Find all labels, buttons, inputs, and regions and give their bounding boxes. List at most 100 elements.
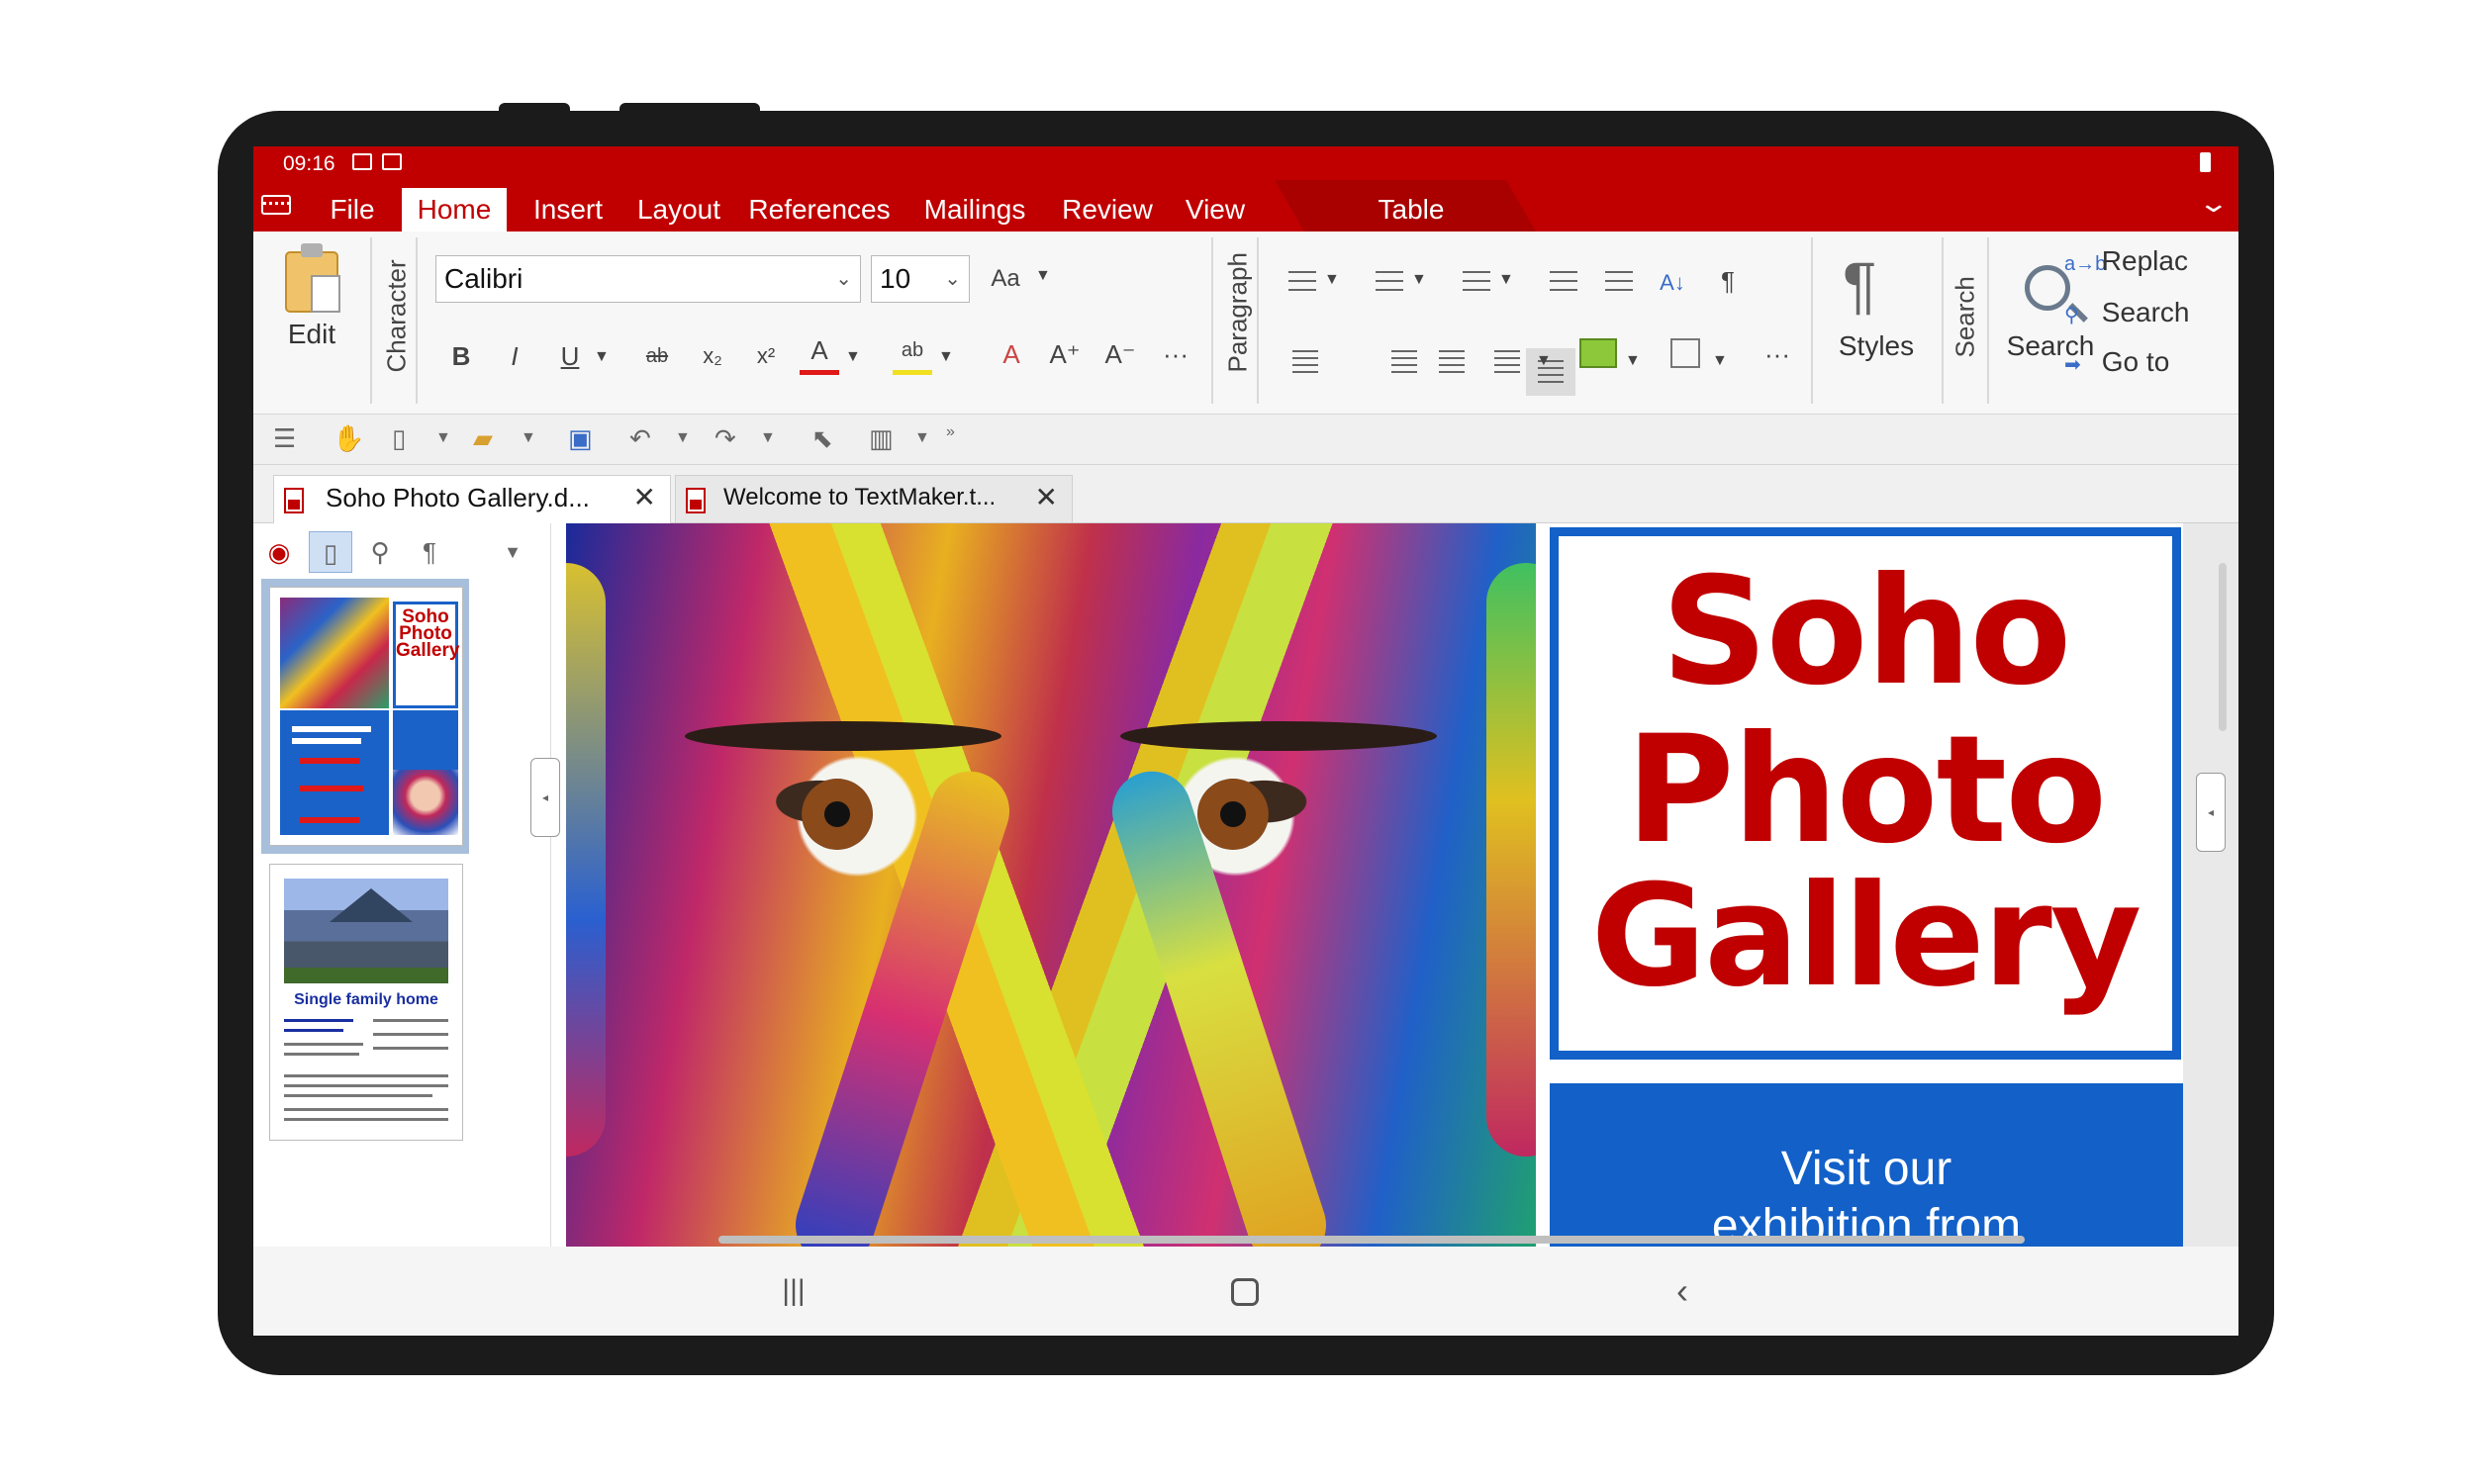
- bullets-icon[interactable]: [1288, 271, 1316, 297]
- borders-icon[interactable]: [1670, 338, 1700, 368]
- menu-review[interactable]: Review: [1053, 188, 1162, 232]
- highlight-icon[interactable]: ab: [893, 330, 932, 375]
- multilevel-icon[interactable]: [1463, 271, 1490, 297]
- caret-down-icon[interactable]: ▼: [1324, 271, 1340, 289]
- back-icon[interactable]: ‹: [1653, 1268, 1712, 1314]
- underline-icon[interactable]: U: [550, 336, 590, 376]
- tab-welcome-textmaker[interactable]: Welcome to TextMaker.t... ✕: [675, 475, 1073, 522]
- goto-button[interactable]: ➡ Go to: [2064, 346, 2169, 378]
- sort-icon[interactable]: A↓: [1653, 263, 1692, 303]
- save-icon[interactable]: ▣: [568, 420, 593, 456]
- caret-down-icon[interactable]: ▼: [1411, 271, 1427, 289]
- shrink-font-icon[interactable]: A⁻: [1100, 334, 1140, 374]
- pointer-icon[interactable]: ⬉: [811, 420, 833, 456]
- search-group-label: Search: [1950, 276, 1980, 358]
- edit-button[interactable]: Edit: [269, 243, 354, 350]
- caret-down-icon[interactable]: ▼: [594, 348, 610, 366]
- indent-icon[interactable]: [1550, 271, 1577, 297]
- home-icon[interactable]: [1215, 1268, 1275, 1314]
- vertical-scrollbar[interactable]: [2219, 563, 2227, 731]
- undo-icon[interactable]: ↶: [629, 420, 651, 456]
- caret-down-icon[interactable]: ▼: [491, 531, 534, 573]
- page-thumbnail-2[interactable]: Single family home: [261, 856, 469, 1149]
- subscript-icon[interactable]: x₂: [693, 336, 732, 376]
- open-folder-icon[interactable]: ▰: [473, 420, 493, 456]
- view-panel-icon[interactable]: ▥: [869, 420, 894, 456]
- pilcrow-icon[interactable]: ¶: [1708, 261, 1748, 301]
- caret-down-icon[interactable]: ▼: [914, 420, 930, 456]
- right-panel-handle[interactable]: ◂: [2196, 773, 2226, 852]
- more-icon[interactable]: ···: [1758, 334, 1797, 374]
- sidebar-collapse-handle[interactable]: ◂: [530, 758, 560, 837]
- close-icon[interactable]: ✕: [1035, 476, 1058, 519]
- caret-down-icon[interactable]: ▼: [675, 420, 691, 456]
- justify-icon[interactable]: [1439, 350, 1465, 374]
- styles-icon[interactable]: ¶: [1843, 253, 1876, 317]
- goto-label: Go to: [2101, 346, 2170, 377]
- recent-apps-icon[interactable]: |||: [764, 1268, 823, 1314]
- divider: [1257, 237, 1259, 404]
- caret-down-icon[interactable]: ▼: [938, 348, 954, 366]
- close-icon[interactable]: ✕: [633, 476, 656, 519]
- strikethrough-icon[interactable]: ab: [637, 336, 677, 376]
- outdent-icon[interactable]: [1605, 271, 1633, 297]
- italic-icon[interactable]: I: [495, 336, 534, 376]
- clear-format-icon[interactable]: A: [992, 334, 1031, 374]
- caret-down-icon[interactable]: ▼: [1712, 352, 1728, 370]
- more-icon[interactable]: ···: [1156, 334, 1195, 374]
- font-color-icon[interactable]: A: [800, 330, 839, 375]
- caret-down-icon[interactable]: ▼: [1536, 352, 1552, 370]
- hand-icon[interactable]: ✋: [333, 420, 364, 456]
- menu-bar: File Home Insert Layout References Maili…: [253, 180, 2238, 232]
- styles-pane-icon[interactable]: ¶: [408, 531, 451, 573]
- bold-icon[interactable]: B: [441, 336, 481, 376]
- align-right-icon[interactable]: [1391, 350, 1417, 374]
- title-box: Soho Photo Gallery: [1550, 527, 2181, 1060]
- chevron-down-icon[interactable]: ⌄: [2198, 188, 2231, 219]
- caret-down-icon[interactable]: ▼: [845, 348, 861, 366]
- tab-soho-photo-gallery[interactable]: Soho Photo Gallery.d... ✕: [273, 475, 671, 523]
- caret-down-icon[interactable]: ▼: [435, 420, 451, 456]
- menu-references[interactable]: References: [742, 188, 897, 232]
- search-small-button[interactable]: ⚲ Search: [2064, 297, 2190, 328]
- menu-home[interactable]: Home: [402, 188, 507, 232]
- page-thumbnail-1[interactable]: Soho Photo Gallery: [261, 579, 469, 854]
- caret-down-icon[interactable]: ▼: [521, 420, 536, 456]
- menu-layout[interactable]: Layout: [629, 188, 728, 232]
- menu-mailings[interactable]: Mailings: [910, 188, 1039, 232]
- caret-down-icon[interactable]: ▼: [1625, 352, 1641, 370]
- menu-view[interactable]: View: [1176, 188, 1255, 232]
- caret-down-icon[interactable]: ▼: [760, 420, 776, 456]
- thumb-text-line: [292, 726, 371, 732]
- font-size-combo[interactable]: 10 ⌄: [871, 255, 970, 303]
- new-document-icon[interactable]: ▯: [392, 420, 406, 456]
- menu-insert[interactable]: Insert: [521, 188, 616, 232]
- replace-icon: a→b: [2064, 253, 2107, 275]
- numbering-icon[interactable]: [1376, 271, 1403, 297]
- change-case-icon[interactable]: Aa: [986, 259, 1025, 299]
- menu-table[interactable]: Table: [1352, 188, 1471, 232]
- overflow-icon[interactable]: »: [946, 415, 955, 450]
- redo-icon[interactable]: ↷: [714, 420, 736, 456]
- chevron-down-icon: ⌄: [835, 268, 852, 290]
- grow-font-icon[interactable]: A⁺: [1045, 334, 1085, 374]
- menu-lines-icon[interactable]: ☰: [273, 420, 296, 456]
- caret-down-icon[interactable]: ▼: [1498, 271, 1514, 289]
- replace-button[interactable]: a→b Replac: [2064, 245, 2188, 277]
- keyboard-icon[interactable]: [261, 195, 291, 215]
- document-tab-bar: Soho Photo Gallery.d... ✕ Welcome to Tex…: [253, 465, 2238, 523]
- align-left-icon[interactable]: [1292, 350, 1318, 374]
- thumb-text-line: [373, 1019, 448, 1022]
- compass-icon[interactable]: ◉: [257, 531, 301, 573]
- font-size-value: 10: [880, 263, 911, 294]
- search-icon[interactable]: ⚲: [358, 531, 402, 573]
- thumbnail-page-1: Soho Photo Gallery: [269, 587, 463, 846]
- menu-file[interactable]: File: [317, 188, 388, 232]
- horizontal-scrollbar[interactable]: [718, 1236, 2025, 1244]
- styles-label[interactable]: Styles: [1817, 330, 1936, 362]
- superscript-icon[interactable]: x²: [746, 336, 786, 376]
- font-name-combo[interactable]: Calibri ⌄: [435, 255, 861, 303]
- thumbnails-icon[interactable]: ▯: [309, 531, 352, 573]
- shading-icon[interactable]: [1579, 338, 1617, 368]
- caret-down-icon[interactable]: ▼: [1035, 267, 1051, 285]
